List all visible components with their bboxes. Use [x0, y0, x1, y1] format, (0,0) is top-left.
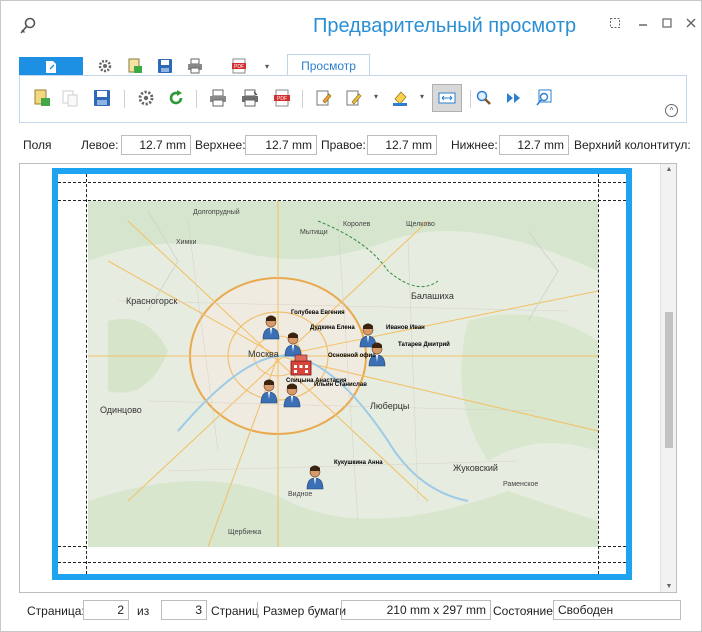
marker-label: Голубева Евгения: [291, 310, 345, 316]
edit-dropdown-icon[interactable]: ▾: [374, 92, 378, 101]
bottom-margin-input[interactable]: 12.7 mm: [499, 135, 569, 155]
open-file-icon[interactable]: [30, 86, 54, 110]
file-tab[interactable]: [19, 57, 83, 77]
ribbon-separator: [470, 90, 471, 108]
save-icon[interactable]: [155, 56, 175, 76]
background-color-icon[interactable]: [388, 86, 412, 110]
maximize-button[interactable]: [657, 13, 677, 33]
top-margin-label: Верхнее:: [195, 138, 246, 152]
of-label: из: [137, 604, 150, 618]
moscow-map: Долгопрудный Мытищи Королев Щелково Химк…: [88, 201, 598, 547]
pdf-export-icon[interactable]: PDF: [270, 86, 294, 110]
marker-label: Ильин Станислав: [314, 382, 367, 388]
zoom-icon[interactable]: [472, 86, 496, 110]
ribbon-separator: [302, 90, 303, 108]
options-gear-icon[interactable]: [134, 86, 158, 110]
refresh-icon[interactable]: [164, 86, 188, 110]
app-key-icon: [17, 15, 39, 37]
total-pages-field: 3: [161, 600, 207, 620]
right-margin-input[interactable]: 12.7 mm: [367, 135, 437, 155]
vertical-scrollbar[interactable]: ▲ ▼: [660, 164, 676, 592]
state-field: Свободен: [553, 600, 681, 620]
preview-page: Долгопрудный Мытищи Королев Щелково Химк…: [52, 168, 632, 580]
left-margin-guide-line: [86, 174, 87, 574]
open-document-icon[interactable]: [125, 56, 145, 76]
export-pdf-icon[interactable]: PDF: [229, 56, 249, 76]
restore-window-icon[interactable]: [605, 13, 625, 33]
quick-print-icon[interactable]: [238, 86, 262, 110]
left-margin-input[interactable]: 12.7 mm: [121, 135, 191, 155]
ribbon-separator: [124, 90, 125, 108]
header-margin-label: Верхний колонтитул:: [574, 138, 691, 152]
pages-label: Страниц: [211, 604, 259, 618]
header-guide-line: [58, 182, 626, 183]
copy-disabled-icon: [58, 86, 82, 110]
marker-label: Кукушкина Анна: [334, 460, 383, 466]
marker-label: Дудкина Елена: [310, 325, 355, 331]
bottom-margin-label: Нижнее:: [451, 138, 498, 152]
print-icon[interactable]: [185, 56, 205, 76]
find-icon[interactable]: [532, 86, 556, 110]
status-separator: [257, 602, 258, 618]
page-label: Страница:: [27, 604, 85, 618]
ribbon-panel: PDF ▾ ▾ ^: [19, 75, 687, 123]
edit-page-icon[interactable]: [342, 86, 366, 110]
footer-guide-line: [58, 562, 626, 563]
people-markers: [260, 315, 386, 490]
window-title: Предварительный просмотр: [313, 15, 577, 37]
file-menu-icon: [46, 61, 56, 73]
page-setup-icon[interactable]: [312, 86, 336, 110]
margins-label: Поля: [23, 138, 52, 152]
settings-gear-icon[interactable]: [95, 56, 115, 76]
current-page-input[interactable]: 2: [83, 600, 129, 620]
scroll-down-icon[interactable]: ▼: [661, 583, 677, 590]
ribbon-tabs: PDF ▾ Просмотр: [19, 54, 689, 78]
paper-size-field: 210 mm x 297 mm: [341, 600, 491, 620]
print-button-icon[interactable]: [206, 86, 230, 110]
left-margin-label: Левое:: [81, 138, 119, 152]
status-bar: Страница: 2 из 3 Страниц Размер бумаги 2…: [1, 599, 701, 623]
right-margin-label: Правое:: [321, 138, 366, 152]
marker-label: Основной офис: [328, 353, 376, 359]
color-dropdown-icon[interactable]: ▾: [420, 92, 424, 101]
preview-area[interactable]: Долгопрудный Мытищи Королев Щелково Химк…: [19, 163, 677, 593]
state-label: Состояние: [493, 604, 553, 618]
next-page-icon[interactable]: [502, 86, 526, 110]
fit-page-width-icon[interactable]: [432, 84, 462, 112]
svg-text:PDF: PDF: [277, 96, 287, 102]
marker-label: Иванов Иван: [386, 325, 425, 331]
minimize-button[interactable]: [633, 13, 653, 33]
margins-bar: Поля Левое: 12.7 mm Верхнее: 12.7 mm Пра…: [1, 133, 701, 157]
svg-text:PDF: PDF: [234, 64, 244, 70]
marker-label: Татарев Дмитрий: [398, 342, 450, 348]
title-bar: Предварительный просмотр: [1, 1, 701, 51]
print-preview-window: Предварительный просмотр PDF ▾ Просмотр …: [0, 0, 702, 632]
collapse-ribbon-button[interactable]: ^: [665, 104, 678, 117]
ribbon-separator: [196, 90, 197, 108]
scroll-thumb[interactable]: [665, 312, 673, 448]
right-margin-guide-line: [598, 174, 599, 574]
close-button[interactable]: [681, 13, 701, 33]
save-file-icon[interactable]: [90, 86, 114, 110]
scroll-up-icon[interactable]: ▲: [661, 166, 677, 173]
paper-size-label: Размер бумаги: [263, 604, 347, 618]
top-margin-input[interactable]: 12.7 mm: [245, 135, 317, 155]
quick-access-dropdown-icon[interactable]: ▾: [257, 56, 277, 76]
